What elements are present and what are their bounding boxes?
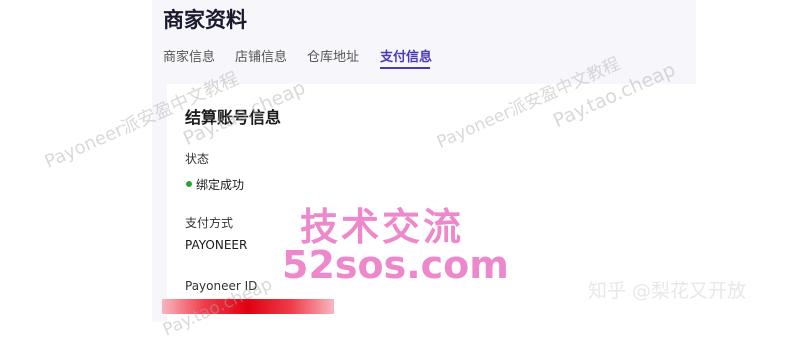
tab-warehouse-address[interactable]: 仓库地址: [307, 46, 359, 65]
overlay-text-line2: 52sos.com: [282, 243, 509, 287]
active-tab-indicator: [380, 67, 430, 69]
tab-merchant-info[interactable]: 商家信息: [163, 46, 215, 65]
tab-store-info[interactable]: 店铺信息: [235, 46, 287, 65]
redaction-bar: [162, 299, 334, 314]
payment-method-label: 支付方式: [185, 216, 234, 230]
status-success-dot-icon: [186, 181, 192, 187]
status-value: 绑定成功: [196, 178, 245, 192]
page-title: 商家资料: [163, 8, 247, 32]
payment-method-value: PAYONEER: [185, 238, 248, 252]
tab-payment-info[interactable]: 支付信息: [380, 46, 432, 65]
payoneer-id-label: Payoneer ID: [185, 279, 258, 293]
author-credit: 知乎 @梨花又开放: [588, 280, 747, 302]
status-label: 状态: [185, 152, 210, 166]
section-title: 结算账号信息: [185, 108, 282, 127]
